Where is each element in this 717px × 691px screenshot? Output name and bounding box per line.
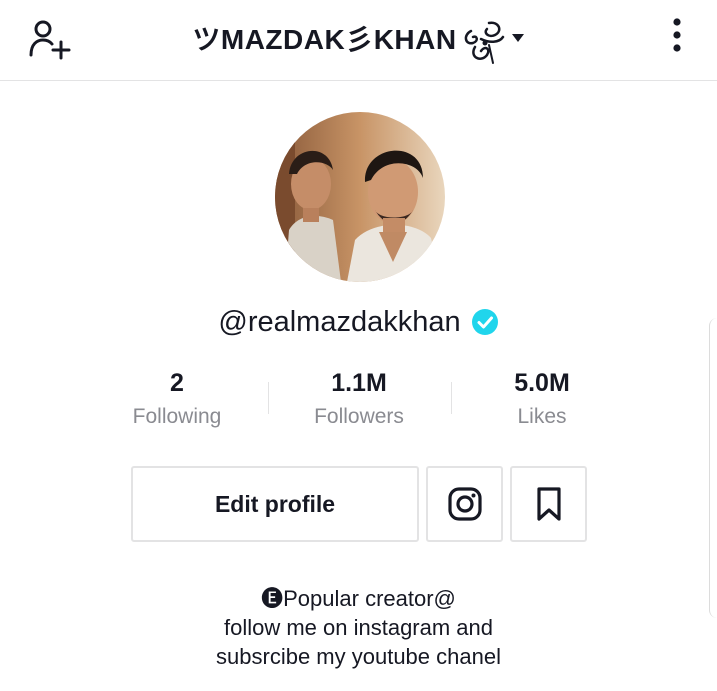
account-switcher[interactable]: ツMAZDAK彡KHAN: [0, 20, 717, 64]
more-options-button[interactable]: [666, 16, 688, 56]
bio-line: follow me on instagram and: [223, 615, 494, 640]
profile-page: ツMAZDAK彡KHAN @realmazdakkhan 2 Following…: [0, 0, 717, 691]
account-title: ツMAZDAK彡KHAN: [192, 24, 457, 55]
bookmark-icon: [536, 487, 561, 521]
favorites-button[interactable]: [510, 466, 587, 542]
profile-photo: [275, 112, 445, 282]
edit-profile-label: Edit profile: [214, 490, 336, 517]
stat-followers[interactable]: 1.1M Followers: [269, 367, 449, 431]
more-vertical-icon: [673, 18, 681, 52]
avatar[interactable]: [275, 112, 445, 282]
swirl-ornament-icon: [464, 21, 504, 64]
username-row: @realmazdakkhan: [0, 302, 717, 342]
bio: 🅔Popular creator@ follow me on instagram…: [0, 584, 717, 671]
likes-count: 5.0M: [514, 369, 570, 397]
followers-label: Followers: [314, 405, 404, 428]
following-count: 2: [170, 369, 184, 397]
bio-line: 🅔Popular creator@: [261, 586, 456, 611]
instagram-button[interactable]: [426, 466, 503, 542]
followers-count: 1.1M: [331, 369, 387, 397]
instagram-icon: [447, 487, 482, 521]
scroll-edge: [709, 318, 717, 618]
stat-following[interactable]: 2 Following: [87, 367, 267, 431]
username: @realmazdakkhan: [218, 305, 461, 338]
likes-label: Likes: [517, 405, 567, 428]
caret-down-icon[interactable]: [511, 33, 525, 43]
stat-likes[interactable]: 5.0M Likes: [452, 367, 632, 431]
verified-badge-icon: [471, 309, 498, 335]
bio-line: subsrcibe my youtube chanel: [216, 644, 501, 669]
edit-profile-button[interactable]: Edit profile: [131, 466, 419, 542]
top-bar: ツMAZDAK彡KHAN: [0, 0, 717, 81]
following-label: Following: [132, 405, 222, 428]
